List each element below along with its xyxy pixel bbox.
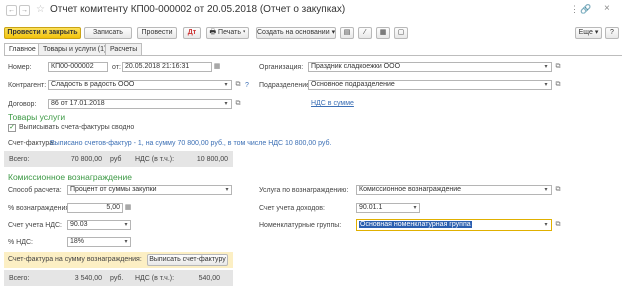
service-dropdown-icon[interactable]: ▾ xyxy=(542,185,550,195)
vat-account-dropdown-icon[interactable]: ▾ xyxy=(122,220,130,230)
arrow-right-icon: → xyxy=(21,7,28,14)
contract-dropdown-icon[interactable]: ▾ xyxy=(222,99,230,109)
income-account-dropdown-icon[interactable]: ▾ xyxy=(411,203,419,213)
invoice-label: Счет-фактура: xyxy=(8,140,56,147)
organization-field[interactable]: Праздник сладкоежки ООО xyxy=(308,62,552,72)
save-button[interactable]: Записать xyxy=(84,27,132,39)
files-button[interactable]: ⁄ xyxy=(358,27,372,39)
journal-dt-kt-icon: Дт xyxy=(187,29,197,36)
commission-section-title: Комиссионное вознаграждение xyxy=(8,172,132,182)
contractor-field[interactable]: Сладость в радость ООО xyxy=(48,80,232,90)
nomenclature-open-icon[interactable]: ⧉ xyxy=(554,220,562,230)
division-open-icon[interactable]: ⧉ xyxy=(554,80,562,90)
tab-goods-services[interactable]: Товары и услуги (1) xyxy=(38,43,112,55)
issue-invoice-button[interactable]: Выписать счет-фактуру xyxy=(147,254,228,266)
goods-total-label: Всего: xyxy=(9,156,30,163)
contractor-dropdown-icon[interactable]: ▾ xyxy=(222,80,230,90)
commission-total-value: 3 540,00 xyxy=(74,275,102,282)
nav-back-button[interactable]: ← xyxy=(6,5,17,16)
print-label: Печать xyxy=(218,29,241,36)
contractor-open-icon[interactable]: ⧉ xyxy=(234,80,242,90)
number-field[interactable]: КП00-000002 xyxy=(48,62,108,72)
contract-open-icon[interactable]: ⧉ xyxy=(234,99,242,109)
percent-calculator-icon[interactable]: ▦ xyxy=(124,203,132,213)
favorite-star-icon[interactable]: ☆ xyxy=(36,4,45,15)
nomenclature-field[interactable]: Основная номенклатурная группа xyxy=(356,219,552,231)
number-label: Номер: xyxy=(8,64,32,71)
contract-label: Договор: xyxy=(8,101,37,108)
percent-field[interactable]: 5,00 xyxy=(67,203,123,213)
vat-in-amount-link[interactable]: НДС в сумме xyxy=(311,99,354,108)
post-button[interactable]: Провести xyxy=(137,27,177,39)
date-field[interactable]: 20.05.2018 21:16:31 xyxy=(122,62,212,72)
goods-vat-label: НДС (в т.ч.): xyxy=(135,156,175,163)
percent-label: % вознаграждения: xyxy=(8,205,72,212)
calc-method-field[interactable]: Процент от суммы закупки xyxy=(67,185,232,195)
vat-account-label: Счет учета НДС: xyxy=(8,222,63,229)
income-account-label: Счет учета доходов: xyxy=(259,205,325,212)
printer-icon: 🖶 xyxy=(209,29,217,36)
tab-settlements[interactable]: Расчеты xyxy=(105,43,143,55)
invoice-checkbox[interactable]: ✓ xyxy=(8,124,16,132)
service-label: Услуга по вознаграждению: xyxy=(259,187,349,194)
more-button[interactable]: Еще ▾ xyxy=(575,27,602,39)
document-icon: ▤ xyxy=(343,29,351,36)
commission-vat-value: 540,00 xyxy=(198,275,220,282)
service-open-icon[interactable]: ⧉ xyxy=(554,185,562,195)
goods-section-title: Товары услуги xyxy=(8,112,66,122)
paperclip-icon: ⁄ xyxy=(364,29,366,36)
division-label: Подразделение: xyxy=(259,82,312,89)
create-based-on-label: Создать на основании xyxy=(257,29,330,36)
close-icon[interactable]: × xyxy=(604,3,610,14)
nav-forward-button[interactable]: → xyxy=(19,5,30,16)
print-preview-button[interactable]: ▢ xyxy=(394,27,408,39)
service-field[interactable]: Комиссионное вознаграждение xyxy=(356,185,552,195)
invoice-checkbox-label: Выписывать счета-фактуры сводно xyxy=(19,124,135,131)
link-icon[interactable]: 🔗 xyxy=(580,4,591,15)
attachments-button[interactable]: ▤ xyxy=(340,27,354,39)
table-icon: ▦ xyxy=(379,29,387,36)
page-title: Отчет комитенту КП00-000002 от 20.05.201… xyxy=(50,4,346,15)
commission-total-label: Всего: xyxy=(9,275,30,282)
goods-total-value: 70 800,00 xyxy=(70,156,102,163)
checkmark-icon: ✓ xyxy=(9,124,15,131)
goods-vat-value: 10 800,00 xyxy=(196,156,228,163)
print-preview-icon: ▢ xyxy=(397,29,405,36)
nomenclature-selected-value: Основная номенклатурная группа xyxy=(359,221,472,228)
calendar-icon[interactable]: ▦ xyxy=(213,62,221,72)
contractor-label: Контрагент: xyxy=(8,82,47,89)
division-dropdown-icon[interactable]: ▾ xyxy=(542,80,550,90)
calc-method-label: Способ расчета: xyxy=(8,187,62,194)
arrow-left-icon: ← xyxy=(8,7,15,14)
help-button[interactable]: ? xyxy=(605,27,619,39)
organization-dropdown-icon[interactable]: ▾ xyxy=(542,62,550,72)
invoice-link[interactable]: Выписано счетов-фактур - 1, на сумму 70 … xyxy=(50,139,331,148)
window-menu-icon[interactable]: ⋮ xyxy=(570,4,579,15)
tab-divider xyxy=(4,55,622,56)
nomenclature-dropdown-icon[interactable]: ▾ xyxy=(542,220,550,230)
vat-rate-dropdown-icon[interactable]: ▾ xyxy=(122,237,130,247)
journal-button[interactable]: Дт xyxy=(183,27,201,39)
contractor-help-icon[interactable]: ? xyxy=(245,81,249,90)
contract-field[interactable]: 86 от 17.01.2018 xyxy=(48,99,232,109)
nomenclature-label: Номенклатурные группы: xyxy=(259,222,342,229)
organization-open-icon[interactable]: ⧉ xyxy=(554,62,562,72)
organization-label: Организация: xyxy=(259,64,304,71)
post-and-close-button[interactable]: Провести и закрыть xyxy=(4,27,81,39)
date-label: от: xyxy=(112,64,121,71)
more-label: Еще xyxy=(578,29,593,36)
division-field[interactable]: Основное подразделение xyxy=(308,80,552,90)
vat-rate-label: % НДС: xyxy=(8,239,33,246)
commission-currency: руб. xyxy=(110,275,124,282)
reward-invoice-label: Счет-фактура на сумму вознаграждения: xyxy=(8,256,142,263)
commission-vat-label: НДС (в т.ч.): xyxy=(135,275,175,282)
create-based-on-button[interactable]: Создать на основании ▾ xyxy=(256,27,336,39)
goods-currency: руб xyxy=(110,156,122,163)
calc-method-dropdown-icon[interactable]: ▾ xyxy=(223,185,231,195)
print-button[interactable]: 🖶 Печать ▾ xyxy=(206,27,249,39)
report-button[interactable]: ▦ xyxy=(376,27,390,39)
